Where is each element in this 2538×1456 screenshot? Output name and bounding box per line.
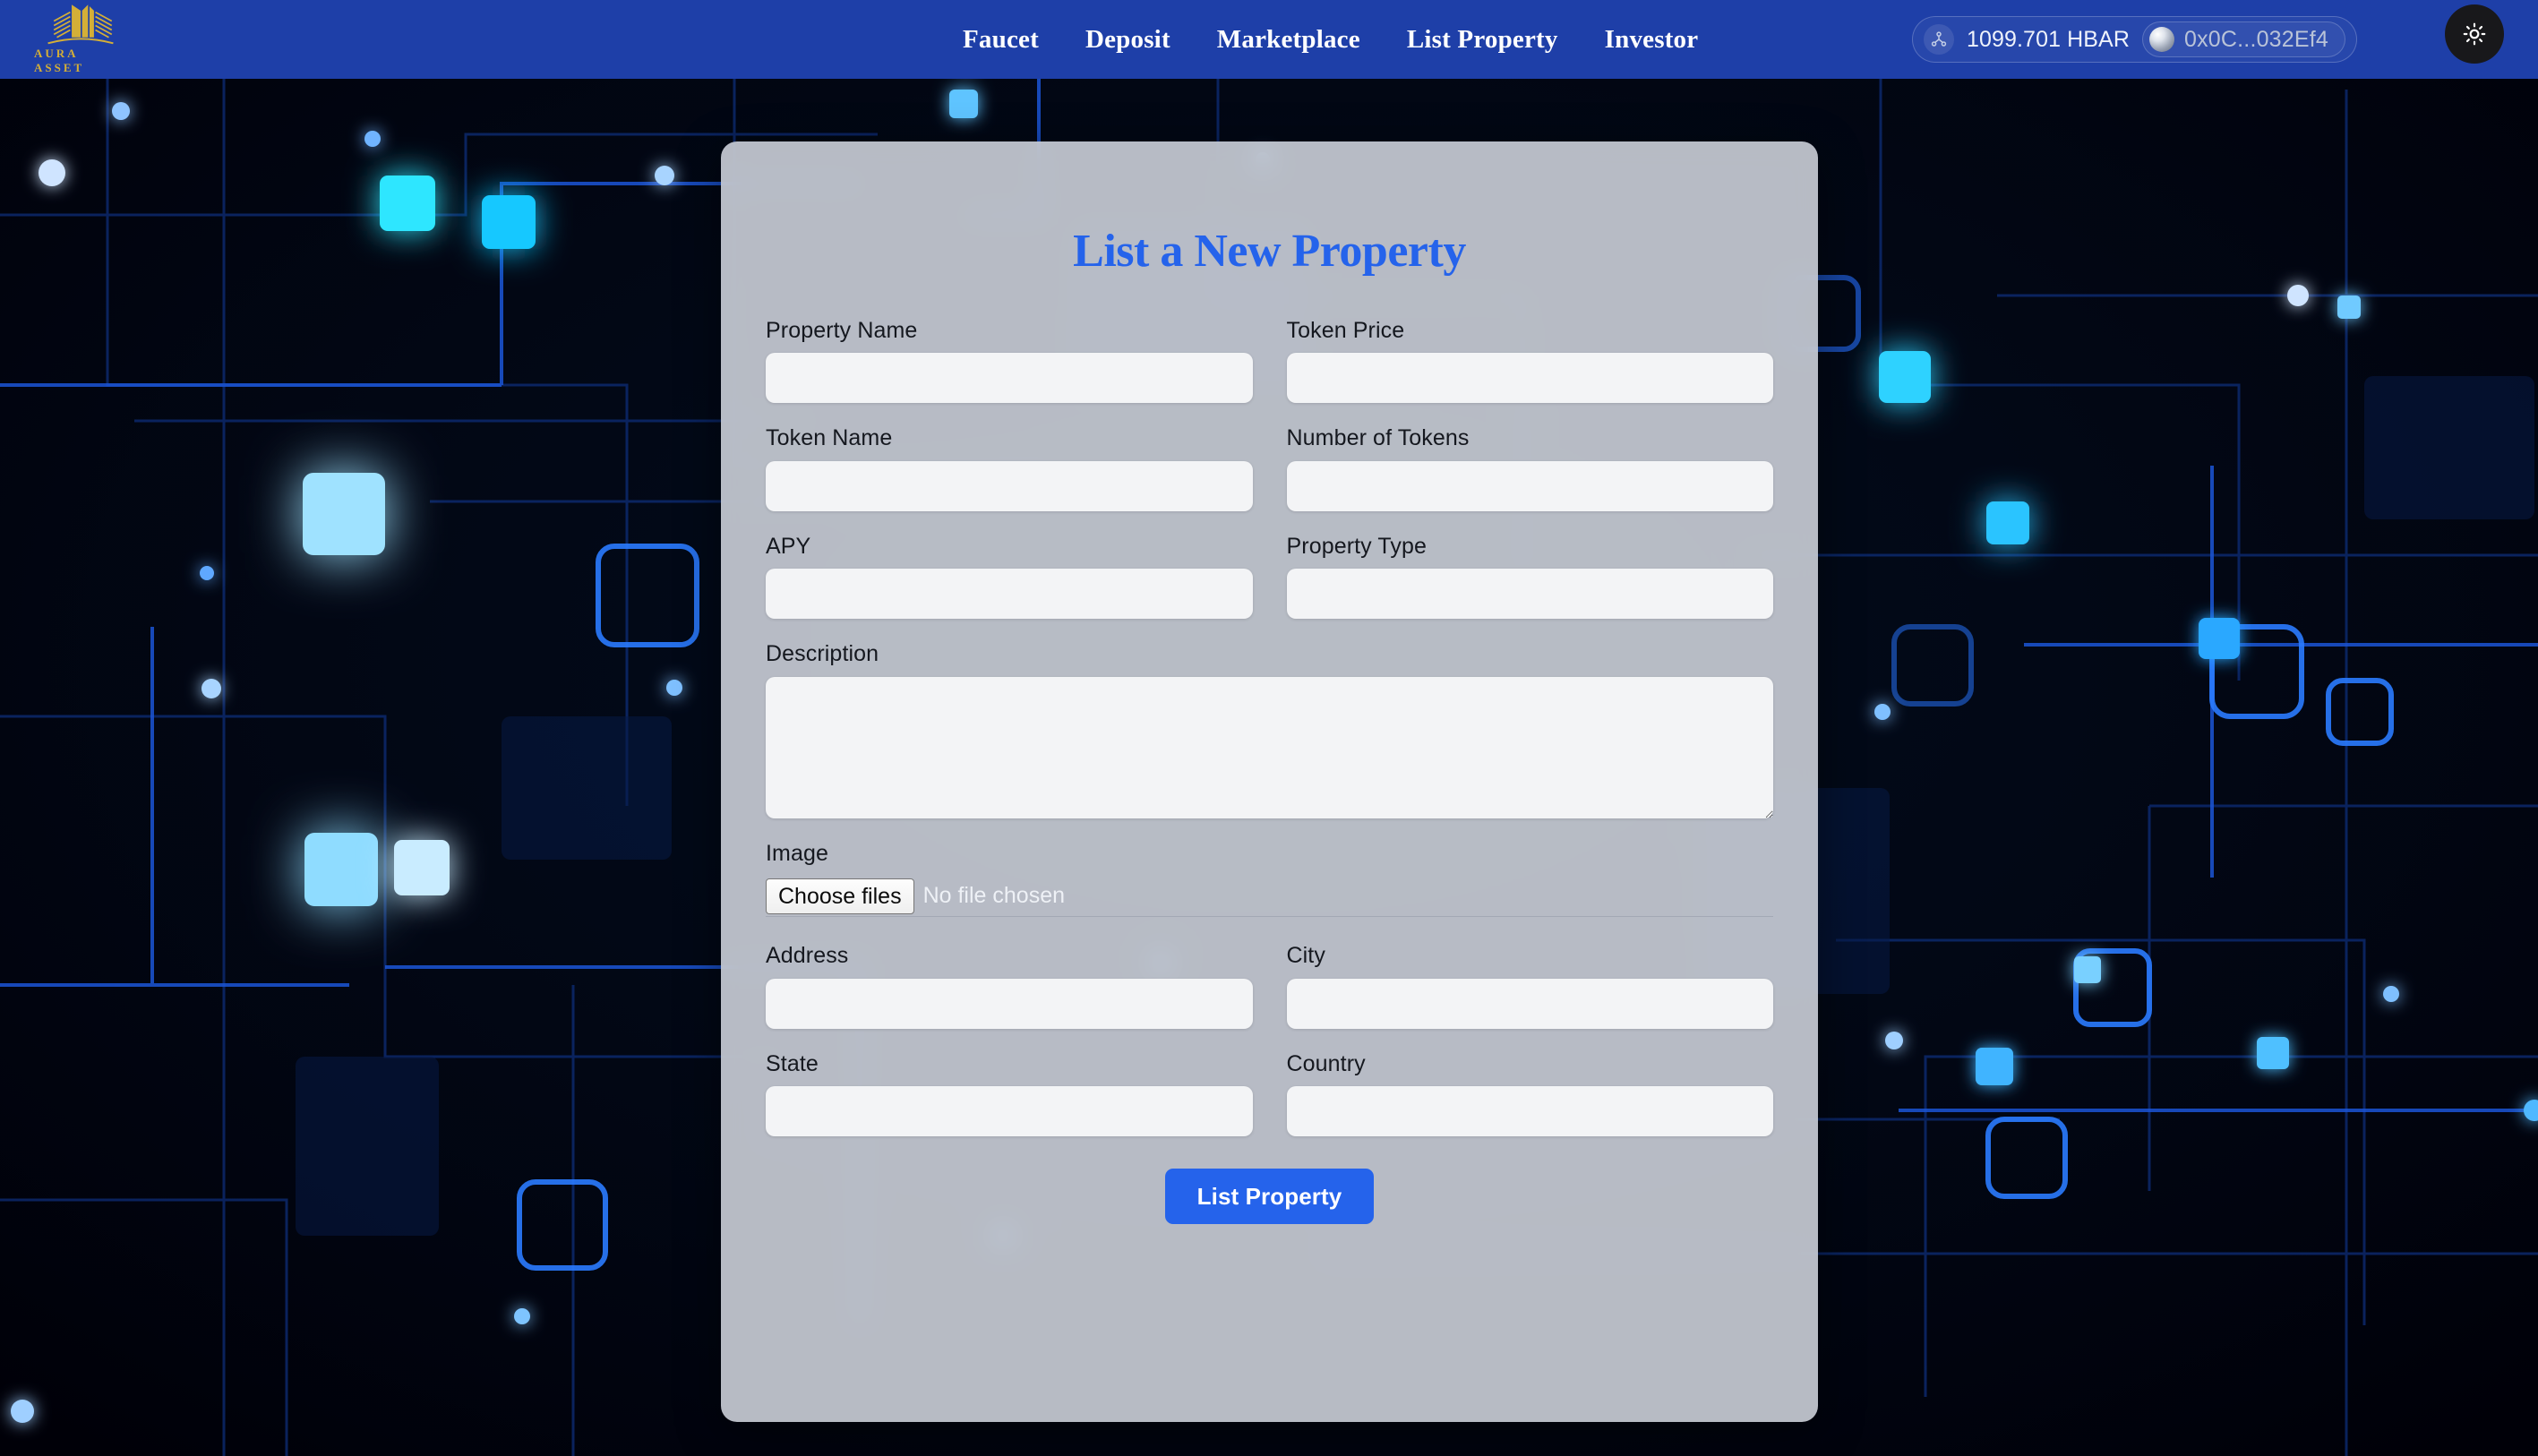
sun-icon — [2463, 22, 2486, 46]
wallet-info-pill[interactable]: 1099.701 HBAR 0x0C...032Ef4 — [1912, 16, 2358, 63]
label-description: Description — [766, 641, 879, 667]
list-property-submit-button[interactable]: List Property — [1164, 1169, 1375, 1225]
field-country: Country — [1286, 1050, 1773, 1137]
field-description: Description — [766, 642, 1773, 818]
label-property-name: Property Name — [766, 317, 918, 343]
input-property-name[interactable] — [766, 353, 1253, 404]
page-title: List a New Property — [1073, 225, 1466, 277]
file-status-text: No file chosen — [922, 883, 1066, 909]
label-apy: APY — [766, 533, 811, 559]
input-city[interactable] — [1286, 978, 1773, 1029]
building-towers-logo-icon — [47, 4, 114, 45]
label-address: Address — [766, 943, 849, 969]
label-image: Image — [766, 840, 828, 866]
field-property-name: Property Name — [766, 317, 1253, 404]
input-description[interactable] — [766, 676, 1773, 818]
field-number-of-tokens: Number of Tokens — [1286, 425, 1773, 511]
choose-files-button[interactable]: Choose files — [766, 878, 914, 914]
theme-toggle-button[interactable] — [2445, 4, 2504, 64]
input-number-of-tokens[interactable] — [1286, 460, 1773, 511]
form-row-apy-type: APY Property Type — [766, 533, 1773, 620]
label-token-price: Token Price — [1286, 317, 1405, 343]
input-country[interactable] — [1286, 1086, 1773, 1137]
form-row-state-country: State Country — [766, 1050, 1773, 1137]
label-country: Country — [1286, 1050, 1366, 1076]
wallet-address-chip[interactable]: 0x0C...032Ef4 — [2141, 21, 2346, 57]
nav-links-group: Faucet Deposit Marketplace List Property… — [963, 0, 1698, 79]
label-state: State — [766, 1050, 819, 1076]
label-token-name: Token Name — [766, 425, 893, 451]
field-city: City — [1286, 943, 1773, 1029]
form-row-token-count: Token Name Number of Tokens — [766, 426, 1773, 511]
form-row-address-city: Address City — [766, 944, 1773, 1029]
nav-link-list-property[interactable]: List Property — [1407, 25, 1558, 55]
label-number-of-tokens: Number of Tokens — [1286, 425, 1470, 451]
nav-link-deposit[interactable]: Deposit — [1085, 25, 1170, 55]
nav-link-investor[interactable]: Investor — [1605, 25, 1699, 55]
input-state[interactable] — [766, 1086, 1253, 1137]
input-apy[interactable] — [766, 569, 1253, 620]
field-state: State — [766, 1050, 1253, 1137]
field-token-name: Token Name — [766, 426, 1253, 511]
field-image-upload: Image Choose files No file chosen — [766, 840, 1773, 918]
input-address[interactable] — [766, 978, 1253, 1029]
field-apy: APY — [766, 533, 1253, 620]
nav-link-marketplace[interactable]: Marketplace — [1217, 25, 1360, 55]
input-property-type[interactable] — [1286, 569, 1773, 620]
input-token-name[interactable] — [766, 460, 1253, 511]
nav-link-faucet[interactable]: Faucet — [963, 25, 1039, 55]
label-city: City — [1286, 943, 1325, 969]
hbar-network-icon — [1924, 24, 1954, 55]
wallet-avatar-icon — [2148, 27, 2174, 52]
submit-row: List Property — [766, 1169, 1773, 1225]
field-property-type: Property Type — [1286, 533, 1773, 620]
hbar-balance-text: 1099.701 HBAR — [1967, 26, 2130, 52]
wallet-address-text: 0x0C...032Ef4 — [2183, 26, 2329, 52]
file-input-control[interactable]: Choose files No file chosen — [766, 876, 1773, 918]
field-address: Address — [766, 944, 1253, 1029]
label-property-type: Property Type — [1286, 533, 1427, 559]
field-token-price: Token Price — [1286, 317, 1773, 404]
list-property-form-card: List a New Property Property Name Token … — [721, 141, 1818, 1422]
input-token-price[interactable] — [1286, 353, 1773, 404]
brand-name-text: AURA ASSET — [34, 47, 85, 74]
brand-logo[interactable]: AURA ASSET — [34, 2, 127, 75]
form-row-name-price: Property Name Token Price — [766, 317, 1773, 404]
top-navigation-bar: AURA ASSET Faucet Deposit Marketplace Li… — [0, 0, 2538, 79]
